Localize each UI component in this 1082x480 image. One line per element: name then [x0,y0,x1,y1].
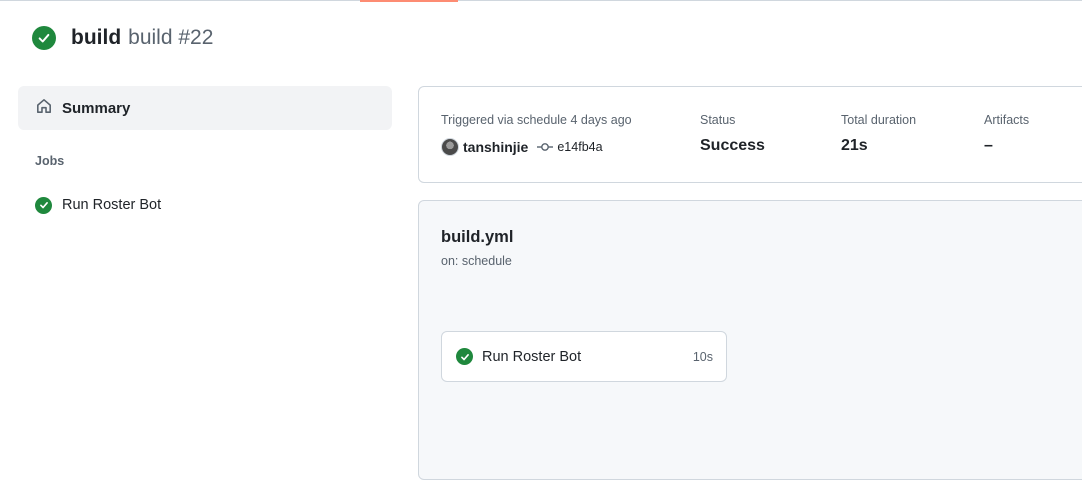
run-number: build #22 [128,26,214,49]
trigger-column: Triggered via schedule 4 days ago tanshi… [441,113,632,157]
check-circle-icon [35,196,52,214]
top-divider [0,0,1082,1]
commit-link[interactable]: e14fb4a [557,140,602,154]
job-node[interactable]: Run Roster Bot 10s [441,331,727,382]
workflow-title: build [71,26,122,49]
active-tab-indicator [360,0,458,2]
trigger-text: Triggered via schedule 4 days ago [441,113,632,127]
sidebar-item-summary[interactable]: Summary [18,86,392,130]
duration-label: Total duration [841,113,917,127]
workflow-graph: build.yml on: schedule Run Roster Bot 10… [418,200,1082,480]
actor-link[interactable]: tanshinjie [463,139,528,155]
check-circle-icon [32,26,56,50]
sidebar-job-label: Run Roster Bot [62,197,162,213]
git-commit-icon [537,141,554,153]
job-node-duration: 10s [692,349,713,364]
status-column: Status Success [700,113,765,155]
status-label: Status [700,113,736,127]
run-summary-card: Triggered via schedule 4 days ago tanshi… [418,86,1082,183]
jobs-heading: Jobs [35,154,65,168]
duration-value: 21s [841,137,868,154]
sidebar: Summary Jobs Run Roster Bot [18,86,392,217]
artifacts-label: Artifacts [984,113,1030,127]
workflow-file-name[interactable]: build.yml [441,228,513,247]
job-node-label: Run Roster Bot [482,348,582,365]
avatar[interactable] [441,138,459,156]
check-circle-icon [456,348,473,365]
artifacts-value: – [984,137,993,154]
duration-column: Total duration 21s [841,113,916,155]
sidebar-item-job[interactable]: Run Roster Bot [18,193,392,217]
home-icon [35,97,53,120]
sidebar-item-label: Summary [62,99,131,117]
status-value: Success [700,137,765,154]
artifacts-column: Artifacts – [984,113,1029,155]
workflow-trigger: on: schedule [441,254,512,268]
run-header: build build #22 [32,24,213,52]
